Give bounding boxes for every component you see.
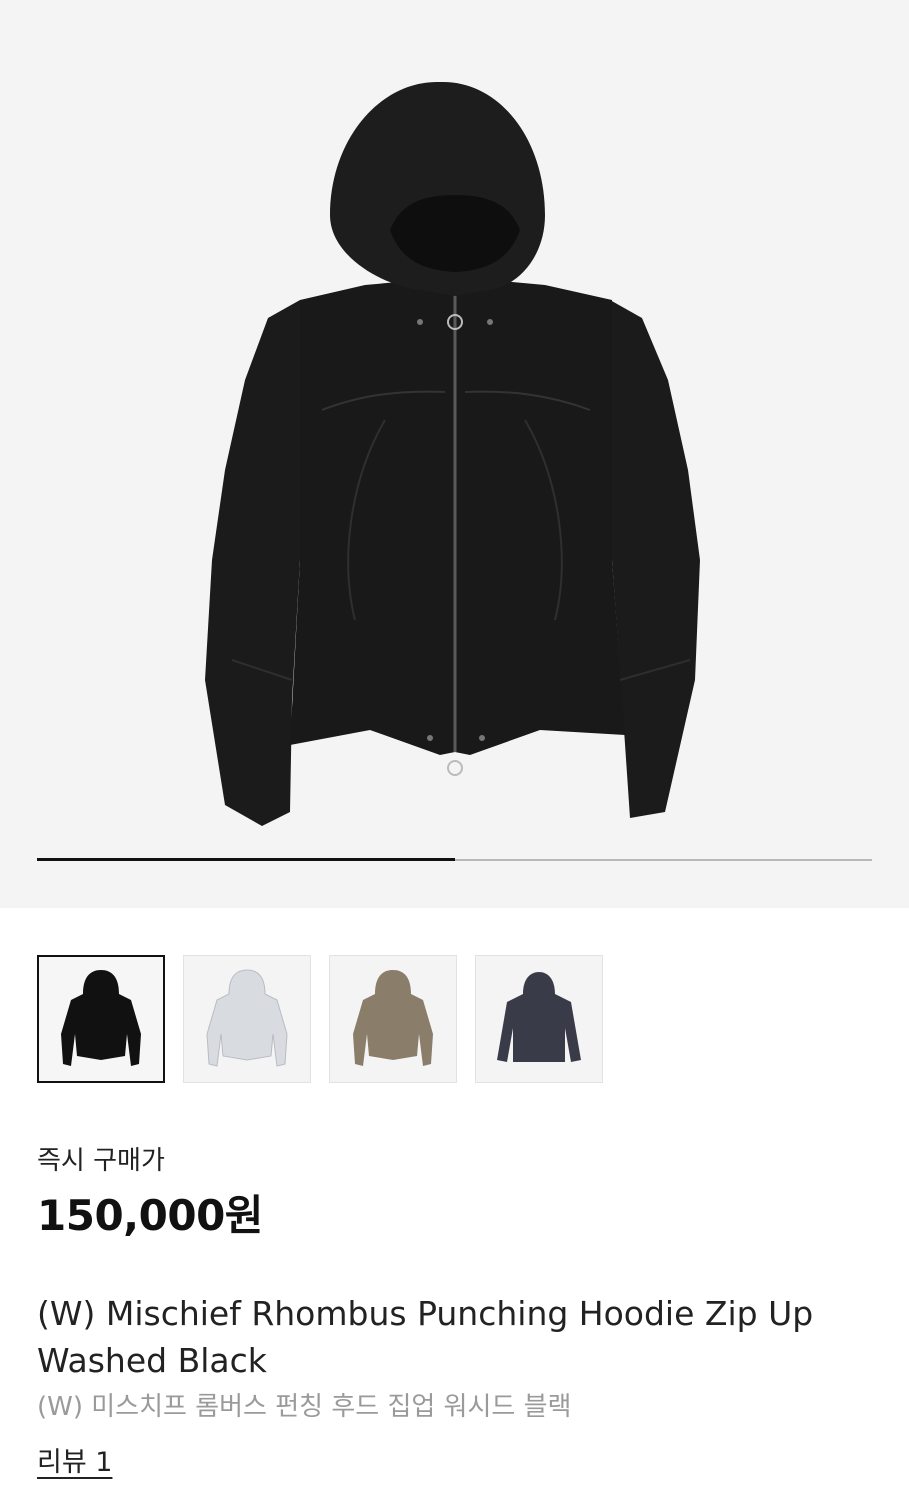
thumbnail-4[interactable] [475,955,603,1083]
review-link[interactable]: 리뷰 1 [37,1440,112,1479]
thumbnail-2[interactable] [183,955,311,1083]
hooded-jacket-black-icon [61,970,141,1066]
hoodie-charcoal-icon [497,972,581,1062]
thumbnail-strip [37,955,603,1085]
thumbnail-3[interactable] [329,955,457,1083]
hooded-jacket-light-grey-icon [206,969,288,1067]
product-title: (W) Mischief Rhombus Punching Hoodie Zip… [37,1294,814,1380]
gallery-progress-bar [37,858,872,861]
hooded-jacket-washed-brown-icon [353,970,433,1066]
price-value: 150,000원 [37,1191,263,1240]
price-label: 즉시 구매가 [37,1146,165,1176]
product-image-gallery[interactable] [0,0,909,908]
thumbnail-1[interactable] [37,955,165,1083]
product-main-image [205,81,700,826]
product-subtitle: (W) 미스치프 롬버스 펀칭 후드 집업 워시드 블랙 [37,1392,572,1422]
gallery-progress-fill [37,858,455,861]
